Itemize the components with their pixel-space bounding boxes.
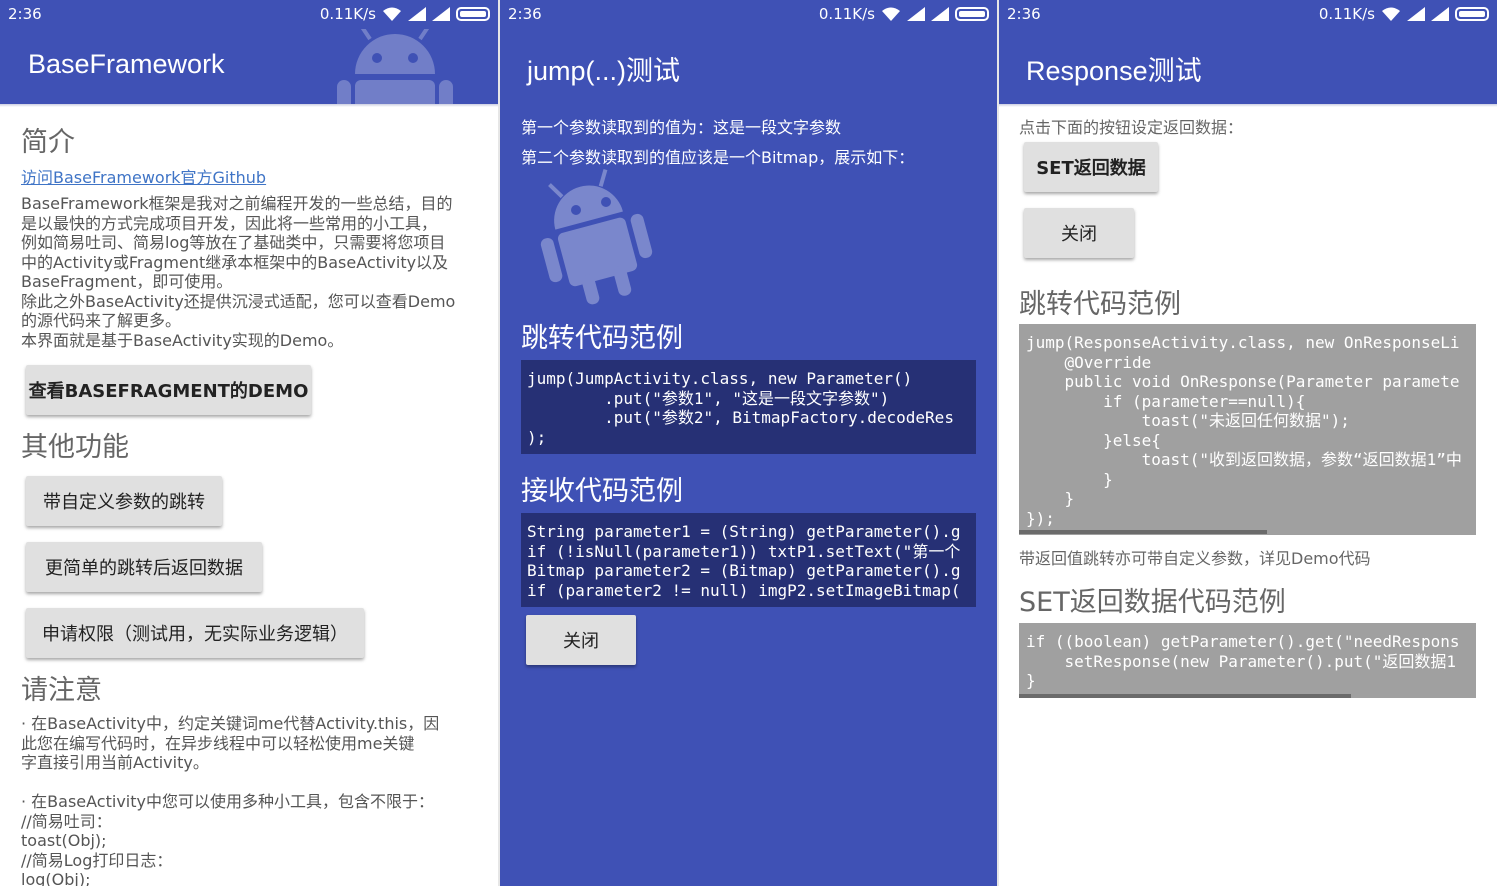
battery-icon xyxy=(456,7,490,21)
network-speed: 0.11K/s xyxy=(1318,5,1375,23)
status-time: 2:36 xyxy=(508,5,542,23)
intro-paragraph: BaseFramework框架是我对之前编程开发的一些总结，目的 是以最快的方式… xyxy=(21,194,456,350)
page-title: Response测试 xyxy=(1026,56,1202,86)
notice-text: · 在BaseActivity中，约定关键词me代替Activity.this，… xyxy=(21,714,440,886)
other-features-heading: 其他功能 xyxy=(21,432,129,463)
signal-icon xyxy=(408,7,426,21)
status-bar: 2:36 0.11K/s xyxy=(0,0,498,29)
jump-code-block: jump(JumpActivity.class, new Parameter()… xyxy=(521,360,976,454)
network-speed: 0.11K/s xyxy=(319,5,376,23)
page-title: BaseFramework xyxy=(28,49,225,79)
battery-icon xyxy=(1455,7,1489,21)
signal-icon xyxy=(1431,7,1449,21)
screen-jump-test: 2:36 0.11K/s jump(...)测试 第一个参数读取到的值为：这是一… xyxy=(500,0,997,886)
network-speed: 0.11K/s xyxy=(818,5,875,23)
close-button[interactable]: 关闭 xyxy=(526,615,636,665)
toolbar-shadow xyxy=(0,104,498,107)
close-button[interactable]: 关闭 xyxy=(1024,208,1134,258)
set-code-heading: SET返回数据代码范例 xyxy=(1019,587,1286,618)
jump-with-params-button[interactable]: 带自定义参数的跳转 xyxy=(26,476,222,526)
signal-icon xyxy=(1407,7,1425,21)
status-bar: 2:36 0.11K/s xyxy=(500,0,997,29)
page-title: jump(...)测试 xyxy=(527,56,681,86)
toolbar: BaseFramework xyxy=(0,29,498,104)
android-robot-icon xyxy=(337,29,453,104)
signal-icon xyxy=(907,7,925,21)
toolbar-shadow xyxy=(999,104,1497,107)
signal-icon xyxy=(931,7,949,21)
screen-response-test: 2:36 0.11K/s Response测试 点击下面的按钮设定返回数据： S… xyxy=(999,0,1497,886)
jump-code-heading: 跳转代码范例 xyxy=(521,323,683,354)
toolbar: jump(...)测试 xyxy=(500,29,997,104)
jump-return-data-button[interactable]: 更简单的跳转后返回数据 xyxy=(26,542,262,592)
jump-code-block: jump(ResponseActivity.class, new OnRespo… xyxy=(1019,324,1476,535)
github-link[interactable]: 访问BaseFramework官方Github xyxy=(21,164,266,188)
wifi-icon xyxy=(383,7,401,21)
intro-heading: 简介 xyxy=(21,127,75,158)
param1-text: 第一个参数读取到的值为：这是一段文字参数 xyxy=(521,118,842,137)
receive-code-heading: 接收代码范例 xyxy=(521,476,683,507)
signal-icon xyxy=(432,7,450,21)
toolbar: Response测试 xyxy=(999,29,1497,104)
battery-icon xyxy=(955,7,989,21)
wifi-icon xyxy=(882,7,900,21)
status-time: 2:36 xyxy=(8,5,42,23)
set-return-data-button[interactable]: SET返回数据 xyxy=(1024,142,1158,192)
receive-code-block: String parameter1 = (String) getParamete… xyxy=(521,513,976,607)
android-robot-icon xyxy=(540,168,653,305)
view-basefragment-demo-button[interactable]: 查看BASEFRAGMENT的DEMO xyxy=(26,365,311,415)
jump-code-heading: 跳转代码范例 xyxy=(1019,289,1181,320)
request-permission-button[interactable]: 申请权限（测试用，无实际业务逻辑） xyxy=(26,608,364,658)
hint-text: 点击下面的按钮设定返回数据： xyxy=(1019,118,1244,137)
set-code-block: if ((boolean) getParameter().get("needRe… xyxy=(1019,623,1476,698)
wifi-icon xyxy=(1382,7,1400,21)
note-text: 带返回值跳转亦可带自定义参数，详见Demo代码 xyxy=(1019,549,1371,568)
code-scrollbar[interactable] xyxy=(1019,530,1267,534)
status-bar: 2:36 0.11K/s xyxy=(999,0,1497,29)
status-time: 2:36 xyxy=(1007,5,1041,23)
notice-heading: 请注意 xyxy=(21,675,102,706)
code-scrollbar[interactable] xyxy=(1019,694,1351,698)
screen-baseframework: 2:36 0.11K/s BaseFramework 简介 访问BaseFram… xyxy=(0,0,498,886)
